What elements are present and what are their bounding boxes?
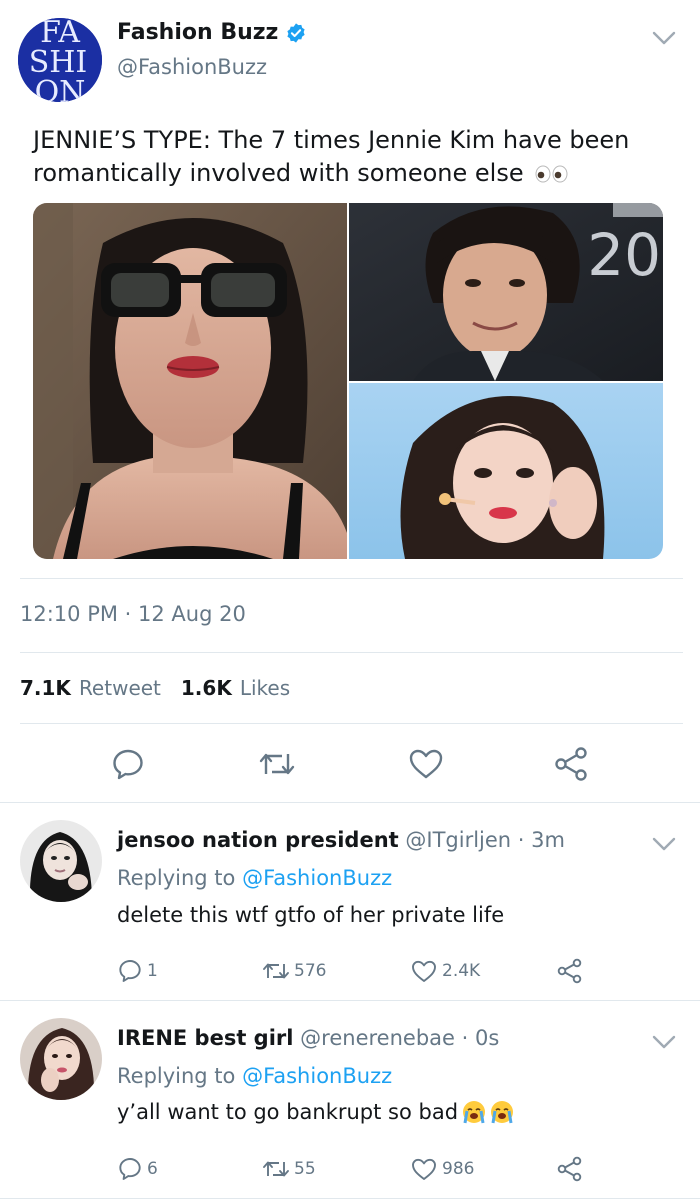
divider (0, 1000, 700, 1001)
author-name-text[interactable]: Fashion Buzz (117, 20, 278, 45)
divider (20, 723, 683, 724)
retweet-icon (263, 963, 289, 979)
reply-author-name[interactable]: IRENE best girl (117, 1026, 293, 1050)
replying-to-mention[interactable]: @FashionBuzz (242, 866, 392, 890)
reply-count: 1 (147, 961, 158, 981)
retweet-button[interactable]: 576 (262, 958, 326, 984)
reply-tweet[interactable]: jensoo nation president @ITgirljen · 3m … (0, 804, 700, 1000)
reply-icon (113, 749, 143, 780)
reply-count: 6 (147, 1159, 158, 1179)
reply-time[interactable]: · 3m (518, 828, 565, 852)
share-icon (555, 747, 587, 781)
retweet-icon (263, 1161, 289, 1177)
reply-button[interactable]: 6 (117, 1156, 158, 1182)
chevron-down-icon[interactable] (652, 837, 676, 851)
main-tweet: FA SHI ON Fashion Buzz @FashionBuzz JENN… (0, 0, 700, 802)
reply-time[interactable]: · 0s (462, 1026, 500, 1050)
share-icon (557, 1156, 582, 1182)
tweet-timestamp[interactable]: 12:10 PM · 12 Aug 20 (20, 602, 246, 626)
reply-author-name[interactable]: jensoo nation president (117, 828, 399, 852)
reply-tweet[interactable]: IRENE best girl @renerenebae · 0s Replyi… (0, 1002, 700, 1198)
reply-header: IRENE best girl @renerenebae · 0s (117, 1026, 499, 1050)
svg-text:ON: ON (35, 75, 86, 102)
like-icon (409, 749, 443, 779)
photo-overlay-text: 20 (587, 221, 661, 289)
media-photo-right-top[interactable]: 20 (349, 203, 663, 381)
media-collage: 20 (33, 203, 663, 559)
avatar[interactable] (20, 820, 102, 902)
replying-to: Replying to @FashionBuzz (117, 1064, 392, 1088)
like-count[interactable]: 1.6K (181, 676, 232, 700)
retweet-count: 576 (294, 961, 327, 981)
avatar-image (20, 820, 102, 902)
tweet-stats: 7.1K Retweet 1.6K Likes (20, 676, 290, 700)
retweet-icon (259, 753, 295, 775)
like-label[interactable]: Likes (240, 676, 290, 700)
avatar-image (20, 1018, 102, 1100)
author-avatar[interactable]: FA SHI ON (18, 18, 102, 102)
like-count: 2.4K (442, 961, 481, 981)
divider (0, 1198, 700, 1199)
chevron-down-icon[interactable] (652, 31, 676, 45)
tweet-text: JENNIE’S TYPE: The 7 times Jennie Kim ha… (33, 124, 673, 190)
author-handle[interactable]: @FashionBuzz (117, 55, 267, 79)
reply-text-content: delete this wtf gtfo of her private life (117, 903, 505, 927)
share-button[interactable] (556, 1156, 584, 1182)
tweet-media[interactable]: 20 (33, 203, 663, 559)
reply-icon (119, 960, 141, 982)
retweet-count: 55 (294, 1159, 316, 1179)
media-photo-left[interactable] (33, 203, 347, 559)
loudly-crying-face-icon (491, 1101, 514, 1124)
divider (0, 802, 700, 803)
loudly-crying-face-icon (463, 1101, 486, 1124)
reply-button[interactable]: 1 (117, 958, 158, 984)
retweet-label[interactable]: Retweet (79, 676, 161, 700)
divider (20, 652, 683, 653)
fashion-logo: FA SHI ON (18, 18, 102, 102)
like-icon (412, 1158, 436, 1180)
like-button[interactable]: 986 (410, 1156, 474, 1182)
retweet-button[interactable]: 55 (262, 1156, 316, 1182)
verified-badge-icon (287, 22, 305, 43)
like-button[interactable]: 2.4K (410, 958, 480, 984)
like-count: 986 (442, 1159, 475, 1179)
eyes-emoji-icon (535, 165, 568, 183)
chevron-down-icon[interactable] (652, 1035, 676, 1049)
like-icon (412, 960, 436, 982)
reply-header: jensoo nation president @ITgirljen · 3m (117, 828, 565, 852)
reply-author-handle[interactable]: @ITgirljen (405, 828, 511, 852)
replying-to: Replying to @FashionBuzz (117, 866, 392, 890)
retweet-button[interactable] (257, 744, 297, 784)
reply-text: delete this wtf gtfo of her private life (117, 903, 504, 927)
share-icon (557, 958, 582, 984)
reply-text-content: y’all want to go bankrupt so bad (117, 1100, 459, 1124)
replying-to-prefix: Replying to (117, 1064, 236, 1088)
author-name[interactable]: Fashion Buzz (117, 20, 307, 45)
divider (20, 578, 683, 579)
share-button[interactable] (556, 958, 584, 984)
reply-icon (119, 1158, 141, 1180)
retweet-count[interactable]: 7.1K (20, 676, 71, 700)
like-button[interactable] (406, 744, 446, 784)
reply-author-handle[interactable]: @renerenebae (300, 1026, 455, 1050)
reply-button[interactable] (108, 744, 148, 784)
replying-to-mention[interactable]: @FashionBuzz (242, 1064, 392, 1088)
avatar[interactable] (20, 1018, 102, 1100)
replying-to-prefix: Replying to (117, 866, 236, 890)
share-button[interactable] (552, 744, 592, 784)
media-photo-right-bottom[interactable] (349, 383, 663, 559)
reply-text: y’all want to go bankrupt so bad (117, 1100, 514, 1124)
